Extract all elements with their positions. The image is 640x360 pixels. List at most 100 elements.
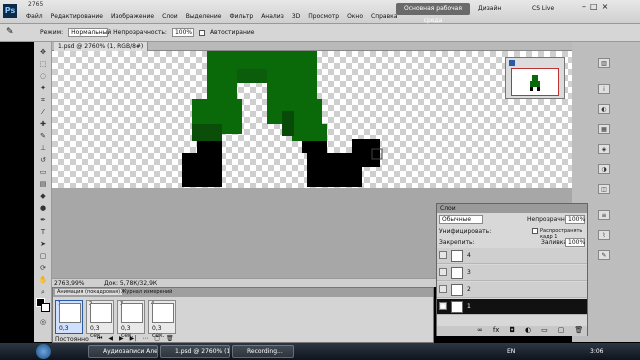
- start-button[interactable]: [36, 344, 51, 359]
- loop-select[interactable]: Постоянно: [55, 336, 89, 343]
- menu-filter[interactable]: Фильтр: [229, 13, 253, 20]
- swatches-icon[interactable]: ▦: [598, 124, 610, 134]
- navigator-thumbnail[interactable]: [511, 68, 559, 96]
- auto-erase-checkbox[interactable]: [198, 29, 205, 36]
- taskbar-item-audio[interactable]: Аудиозаписи Алекс...: [88, 345, 158, 358]
- zoom-tool-icon[interactable]: ⌕: [37, 288, 49, 296]
- eye-icon[interactable]: ●: [439, 302, 447, 310]
- animation-frame[interactable]: 2 0,3 сек.: [86, 300, 114, 339]
- tab-animation[interactable]: Анимация (покадровая): [55, 289, 123, 295]
- layer-row[interactable]: 4: [437, 248, 587, 264]
- gradient-tool-icon[interactable]: ▤: [37, 180, 49, 188]
- styles-icon[interactable]: ◈: [598, 144, 610, 154]
- histogram-icon[interactable]: ▥: [598, 58, 610, 68]
- visibility-toggle[interactable]: [439, 268, 447, 276]
- magic-wand-icon[interactable]: ✦: [37, 84, 49, 92]
- lasso-tool-icon[interactable]: ◌: [37, 72, 49, 80]
- adjustments-icon[interactable]: ◑: [598, 164, 610, 174]
- channels-icon[interactable]: ≡: [598, 210, 610, 220]
- taskbar-item-photoshop[interactable]: 1.psd @ 2760% (1...: [160, 345, 230, 358]
- layers-tab[interactable]: Слои: [440, 205, 456, 212]
- dodge-tool-icon[interactable]: ●: [37, 204, 49, 212]
- minimize-icon[interactable]: –: [582, 2, 586, 11]
- hand-tool-icon[interactable]: ✋: [37, 276, 49, 284]
- first-frame-icon[interactable]: ⏮: [97, 335, 102, 343]
- brushes-icon[interactable]: ✎: [598, 250, 610, 260]
- tween-icon[interactable]: ⋯: [142, 335, 148, 343]
- layer-style-icon[interactable]: fx: [493, 326, 500, 336]
- menu-window[interactable]: Окно: [347, 13, 363, 20]
- tab-measurement-log[interactable]: Журнал измерений: [121, 289, 172, 295]
- marquee-tool-icon[interactable]: ⬚: [37, 60, 49, 68]
- new-layer-icon[interactable]: ▢: [558, 326, 565, 336]
- eraser-tool-icon[interactable]: ▭: [37, 168, 49, 176]
- animation-frame[interactable]: 4 0,3 сек.: [148, 300, 176, 339]
- frame-delay[interactable]: 0,3: [59, 325, 69, 332]
- delete-layer-icon[interactable]: 🗑: [574, 326, 583, 336]
- healing-brush-icon[interactable]: ✚: [37, 120, 49, 128]
- masks-icon[interactable]: ◫: [598, 184, 610, 194]
- menu-edit[interactable]: Редактирование: [51, 13, 103, 20]
- 3d-rotate-icon[interactable]: ⟳: [37, 264, 49, 272]
- document-tab[interactable]: 1.psd @ 2760% (1, RGB/8#): [54, 42, 149, 51]
- new-group-icon[interactable]: ▭: [541, 326, 548, 336]
- clone-stamp-icon[interactable]: ⊥: [37, 144, 49, 152]
- blur-tool-icon[interactable]: ◆: [37, 192, 49, 200]
- paths-icon[interactable]: ⌇: [598, 230, 610, 240]
- eyedropper-icon[interactable]: ⁄: [37, 108, 49, 116]
- fill-field[interactable]: 100%: [565, 238, 585, 247]
- zoom-level[interactable]: 2765: [28, 1, 43, 8]
- workspace-button[interactable]: Основная рабочая среда: [396, 3, 470, 24]
- layer-opacity-field[interactable]: 100%: [565, 215, 585, 224]
- duplicate-frame-icon[interactable]: ▢: [154, 335, 160, 343]
- cs-live-button[interactable]: CS Live: [532, 5, 554, 12]
- next-frame-icon[interactable]: ▶|: [130, 335, 137, 343]
- play-icon[interactable]: ▶: [119, 335, 124, 343]
- language-indicator[interactable]: EN: [507, 348, 515, 355]
- menu-help[interactable]: Справка: [371, 13, 397, 20]
- maximize-icon[interactable]: □: [590, 2, 598, 11]
- layer-row-selected[interactable]: ● 1: [437, 299, 587, 315]
- menu-file[interactable]: Файл: [26, 13, 43, 20]
- prev-frame-icon[interactable]: ◀: [108, 335, 113, 343]
- design-workspace-link[interactable]: Дизайн: [478, 5, 501, 12]
- add-mask-icon[interactable]: ◘: [509, 326, 515, 336]
- clock[interactable]: 3:06: [590, 348, 603, 355]
- path-selection-icon[interactable]: ➤: [37, 240, 49, 248]
- shape-tool-icon[interactable]: ▢: [37, 252, 49, 260]
- layer-row[interactable]: 3: [437, 265, 587, 281]
- menu-select[interactable]: Выделение: [186, 13, 222, 20]
- navigator-icon[interactable]: [509, 60, 515, 66]
- animation-frame[interactable]: 3 0,3 сек.: [117, 300, 145, 339]
- menu-image[interactable]: Изображение: [111, 13, 154, 20]
- taskbar-item-recording[interactable]: Recording...: [232, 345, 294, 358]
- layer-row[interactable]: 2: [437, 282, 587, 298]
- info-icon[interactable]: i: [598, 84, 610, 94]
- propagate-checkbox[interactable]: [532, 228, 538, 234]
- opacity-field[interactable]: 100%: [171, 28, 194, 37]
- delete-frame-icon[interactable]: 🗑: [166, 335, 174, 343]
- blend-mode-select[interactable]: Обычные: [439, 215, 483, 224]
- brush-tool-icon[interactable]: ✎: [37, 132, 49, 140]
- close-icon[interactable]: ×: [602, 2, 609, 11]
- menu-analysis[interactable]: Анализ: [261, 13, 284, 20]
- mode-select[interactable]: Нормальный: [68, 28, 111, 37]
- move-tool-icon[interactable]: ✥: [37, 48, 49, 56]
- quick-mask-icon[interactable]: ◎: [37, 318, 49, 326]
- document-canvas[interactable]: [52, 51, 572, 188]
- menu-3d[interactable]: 3D: [292, 13, 300, 20]
- visibility-toggle[interactable]: [439, 285, 447, 293]
- color-icon[interactable]: ◐: [598, 104, 610, 114]
- menu-view[interactable]: Просмотр: [308, 13, 339, 20]
- pencil-tool-icon[interactable]: ✎: [6, 27, 14, 37]
- history-brush-icon[interactable]: ↺: [37, 156, 49, 164]
- status-zoom[interactable]: 2763,99%: [54, 280, 85, 287]
- link-layers-icon[interactable]: ∞: [477, 326, 483, 336]
- adjustment-layer-icon[interactable]: ◐: [525, 326, 531, 336]
- background-color-swatch[interactable]: [41, 303, 50, 312]
- pen-tool-icon[interactable]: ✒: [37, 216, 49, 224]
- type-tool-icon[interactable]: T: [37, 228, 49, 236]
- menu-layers[interactable]: Слои: [162, 13, 178, 20]
- crop-tool-icon[interactable]: ⌗: [37, 96, 49, 104]
- animation-frame[interactable]: 1 0,3: [55, 300, 83, 334]
